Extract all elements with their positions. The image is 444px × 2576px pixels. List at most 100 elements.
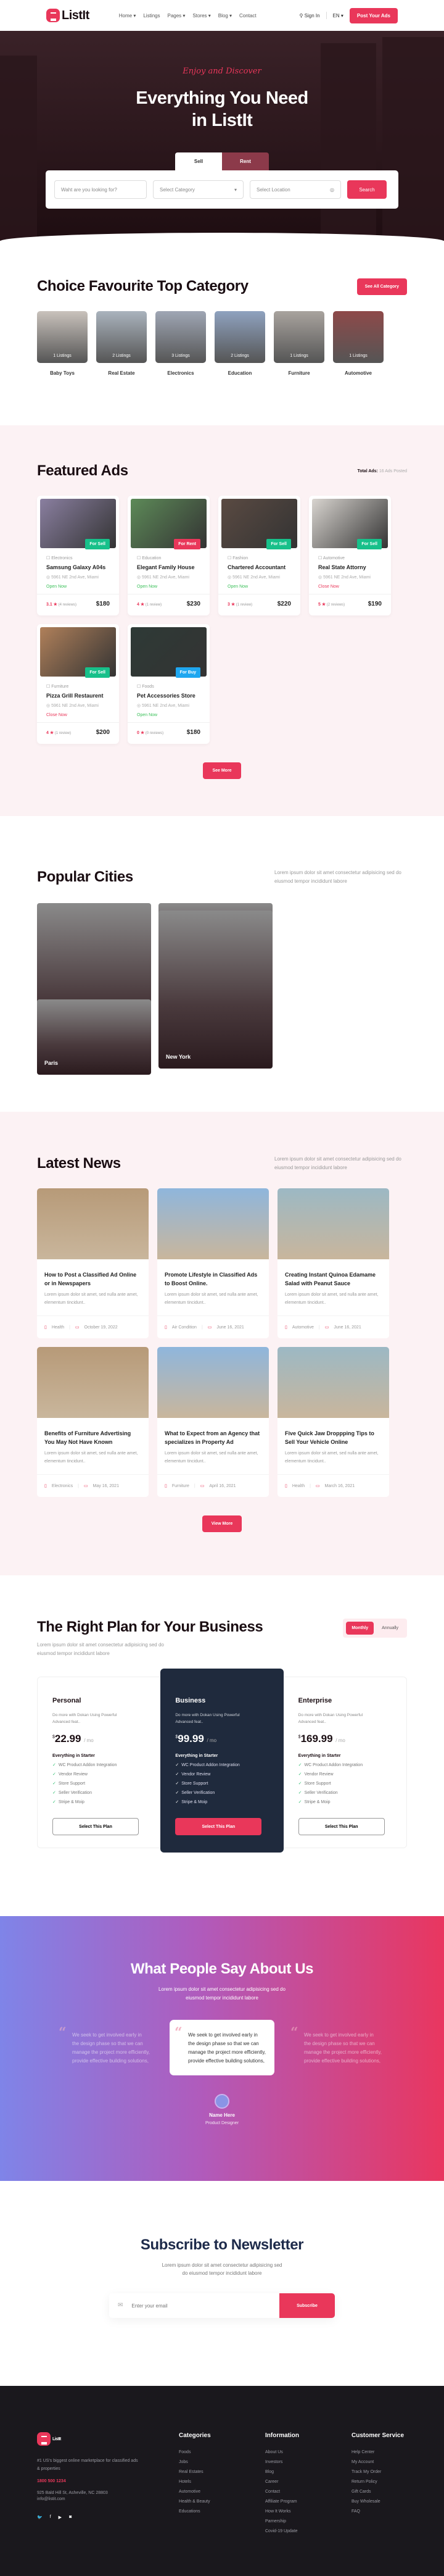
footer-link[interactable]: About Us xyxy=(265,2450,321,2454)
sign-in-link[interactable]: ⚲ Sign In xyxy=(300,13,320,19)
news-category[interactable]: Air Condition xyxy=(172,1325,197,1330)
tab-sell[interactable]: Sell xyxy=(175,152,222,170)
news-title[interactable]: Promote Lifestyle in Classified Ads to B… xyxy=(165,1270,261,1288)
menu-contact[interactable]: Contact xyxy=(239,13,257,19)
ad-card[interactable]: For Sell ☐ Fashion Chartered Accountant ◎ 5… xyxy=(218,496,300,615)
category-card[interactable]: 1 Listings Automotive xyxy=(333,311,384,376)
footer-link[interactable]: Parnership xyxy=(265,2519,321,2524)
ad-card[interactable]: For Sell ☐ Furniture Pizza Grill Restauren… xyxy=(37,624,119,744)
category-card[interactable]: 1 Listings Furniture xyxy=(274,311,324,376)
footer-link[interactable]: Return Policy xyxy=(352,2480,407,2484)
tab-rent[interactable]: Rent xyxy=(222,152,269,170)
category-select[interactable]: Select Category ▾ xyxy=(153,180,244,199)
news-title[interactable]: Benefits of Furniture Advertising You Ma… xyxy=(44,1429,141,1446)
news-category[interactable]: Health xyxy=(52,1325,64,1330)
footer-link[interactable]: How It Works xyxy=(265,2509,321,2514)
news-card[interactable]: Creating Instant Quinoa Edamame Salad wi… xyxy=(278,1188,389,1338)
news-category[interactable]: Electronics xyxy=(52,1484,73,1488)
footer-link[interactable]: My Account xyxy=(352,2460,407,2464)
ad-image[interactable]: For Sell xyxy=(221,499,297,549)
footer-phone[interactable]: 1800 500 1234 xyxy=(37,2479,142,2483)
footer-email[interactable]: info@listit.com xyxy=(37,2497,142,2501)
footer-link[interactable]: Track My Order xyxy=(352,2470,407,2474)
see-all-category-button[interactable]: See All Category xyxy=(356,278,407,295)
news-title[interactable]: What to Expect from an Agency that speci… xyxy=(165,1429,261,1446)
category-card[interactable]: 1 Listings Baby Toys xyxy=(37,311,88,376)
view-more-button[interactable]: View More xyxy=(202,1515,242,1532)
news-card[interactable]: How to Post a Classified Ad Online or in… xyxy=(37,1188,149,1338)
news-image[interactable] xyxy=(278,1188,389,1259)
menu-stores[interactable]: Stores ▾ xyxy=(192,13,210,19)
news-image[interactable] xyxy=(37,1347,149,1418)
footer-link[interactable]: Affiliate Program xyxy=(265,2499,321,2504)
twitter-icon[interactable]: 🐦 xyxy=(37,2515,43,2520)
footer-link[interactable]: Gift Cards xyxy=(352,2490,407,2494)
news-title[interactable]: How to Post a Classified Ad Online or in… xyxy=(44,1270,141,1288)
footer-logo[interactable]: ListIt xyxy=(37,2432,142,2446)
ad-title[interactable]: Chartered Accountant xyxy=(228,564,291,570)
category-card[interactable]: 2 Listings Real Estate xyxy=(96,311,147,376)
footer-link[interactable]: Educations xyxy=(179,2509,234,2514)
news-category[interactable]: Automotive xyxy=(292,1325,314,1330)
search-button[interactable]: Search xyxy=(347,180,387,199)
news-image[interactable] xyxy=(37,1188,149,1259)
news-category[interactable]: Furniture xyxy=(172,1484,189,1488)
city-card[interactable]: Paris xyxy=(37,999,151,1075)
city-card[interactable]: New York xyxy=(158,911,273,1069)
footer-link[interactable]: Jobs xyxy=(179,2460,234,2464)
testimonial-card[interactable]: “ We seek to get involved early in the de… xyxy=(54,2020,158,2075)
language-select[interactable]: EN ▾ xyxy=(333,13,343,19)
ad-card[interactable]: For Sell ☐ Electronics Samsung Galaxy A04s… xyxy=(37,496,119,615)
ad-title[interactable]: Samsung Galaxy A04s xyxy=(46,564,110,570)
ad-card[interactable]: For Rent ☐ Education Elegant Family House ◎… xyxy=(128,496,210,615)
news-card[interactable]: Five Quick Jaw Droppping Tips to Sell Yo… xyxy=(278,1347,389,1497)
youtube-icon[interactable]: ▶ xyxy=(59,2515,62,2520)
footer-link[interactable]: Covid-19 Update xyxy=(265,2529,321,2533)
ad-title[interactable]: Elegant Family House xyxy=(137,564,200,570)
subscribe-button[interactable]: Subscribe xyxy=(279,2293,335,2318)
news-image[interactable] xyxy=(278,1347,389,1418)
menu-pages[interactable]: Pages ▾ xyxy=(167,13,185,19)
footer-link[interactable]: FAQ xyxy=(352,2509,407,2514)
ad-title[interactable]: Pizza Grill Restaurent xyxy=(46,693,110,699)
news-card[interactable]: What to Expect from an Agency that speci… xyxy=(157,1347,269,1497)
menu-blog[interactable]: Blog ▾ xyxy=(218,13,232,19)
menu-listings[interactable]: Listings xyxy=(143,13,160,19)
footer-link[interactable]: Investors xyxy=(265,2460,321,2464)
ad-card[interactable]: For Buy ☐ Foods Pet Accessories Store ◎ 596… xyxy=(128,624,210,744)
ad-image[interactable]: For Sell xyxy=(312,499,388,549)
news-category[interactable]: Health xyxy=(292,1484,305,1488)
footer-link[interactable]: Blog xyxy=(265,2470,321,2474)
ad-image[interactable]: For Sell xyxy=(40,499,116,549)
testimonial-card-active[interactable]: “ We seek to get involved early in the de… xyxy=(170,2020,274,2075)
ad-title[interactable]: Real State Attorny xyxy=(318,564,382,570)
ad-title[interactable]: Pet Accessories Store xyxy=(137,693,200,699)
news-card[interactable]: Promote Lifestyle in Classified Ads to B… xyxy=(157,1188,269,1338)
footer-link[interactable]: Automotive xyxy=(179,2490,234,2494)
news-title[interactable]: Creating Instant Quinoa Edamame Salad wi… xyxy=(285,1270,382,1288)
footer-link[interactable]: Hotels xyxy=(179,2480,234,2484)
footer-link[interactable]: Help Center xyxy=(352,2450,407,2454)
ad-card[interactable]: For Sell ☐ Automotive Real State Attorny ◎ … xyxy=(309,496,391,615)
ad-image[interactable]: For Rent xyxy=(131,499,207,549)
location-select[interactable]: Select Location ◎ xyxy=(250,180,341,199)
see-more-button[interactable]: See More xyxy=(203,762,241,779)
news-card[interactable]: Benefits of Furniture Advertising You Ma… xyxy=(37,1347,149,1497)
category-card[interactable]: 2 Listings Education xyxy=(215,311,265,376)
footer-link[interactable]: Career xyxy=(265,2480,321,2484)
facebook-icon[interactable]: f xyxy=(50,2515,51,2520)
select-plan-button[interactable]: Select This Plan xyxy=(175,1818,262,1835)
footer-link[interactable]: Contact xyxy=(265,2490,321,2494)
footer-link[interactable]: Buy Wholesale xyxy=(352,2499,407,2504)
ad-image[interactable]: For Buy xyxy=(131,627,207,678)
logo[interactable]: ListIt xyxy=(46,9,89,23)
ad-image[interactable]: For Sell xyxy=(40,627,116,678)
select-plan-button[interactable]: Select This Plan xyxy=(298,1818,385,1835)
footer-link[interactable]: Health & Beauty xyxy=(179,2499,234,2504)
post-ads-button[interactable]: Post Your Ads xyxy=(349,7,398,23)
testimonial-card[interactable]: “ We seek to get involved early in the de… xyxy=(286,2020,390,2075)
keyword-input[interactable]: Waht are you looking for? xyxy=(54,180,147,199)
email-input[interactable] xyxy=(123,2293,279,2318)
footer-link[interactable]: Real Estates xyxy=(179,2470,234,2474)
annually-toggle[interactable]: Annually xyxy=(376,1622,404,1635)
